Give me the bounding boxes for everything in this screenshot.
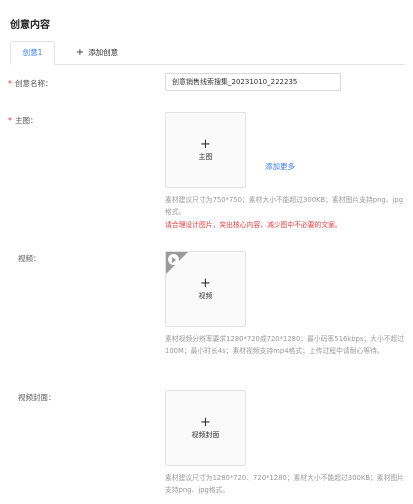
creative-name-label: * 创意名称： <box>8 78 53 89</box>
video-upload-text: 视频 <box>198 291 213 300</box>
creative-content-page: 创意内容 创意1 + 添加创意 * 创意名称： * 主图： + 主图 添加更多 … <box>0 0 413 504</box>
main-image-label-text: 主图： <box>15 116 38 125</box>
add-creative-tab[interactable]: + 添加创意 <box>62 41 132 65</box>
main-image-label: * 主图： <box>8 115 38 126</box>
video-hint: 素材视频分辨率要求1280*720或720*1280；最小码率516kbps；大… <box>165 335 405 355</box>
play-icon <box>168 254 179 265</box>
required-mark: * <box>8 116 12 125</box>
main-image-warning: 请合理设计图片，突出核心内容，减少图中不必要的文案。 <box>165 221 342 229</box>
main-image-upload-text: 主图 <box>198 152 213 161</box>
required-mark: * <box>8 79 12 88</box>
video-cover-upload[interactable]: + 视频封面 <box>165 390 246 466</box>
add-creative-label: 添加创意 <box>88 48 119 57</box>
video-cover-upload-text: 视频封面 <box>191 430 220 439</box>
section-title: 创意内容 <box>10 20 50 31</box>
creative-name-label-text: 创意名称： <box>15 79 53 88</box>
video-cover-label: 视频封面： <box>18 393 56 402</box>
plus-icon: + <box>200 275 211 291</box>
creative-name-input[interactable] <box>165 73 341 91</box>
main-image-upload[interactable]: + 主图 <box>165 112 246 188</box>
video-upload[interactable]: + 视频 <box>165 251 246 327</box>
plus-icon: + <box>75 47 85 58</box>
video-label: 视频： <box>18 254 41 263</box>
creative-tabs: 创意1 + 添加创意 <box>10 41 405 65</box>
main-image-hint: 素材建议尺寸为750*750；素材大小不能超过300KB；素材图片支持png、j… <box>165 196 404 216</box>
tab-creative-1[interactable]: 创意1 <box>10 41 55 65</box>
video-cover-hint: 素材建议尺寸为1280*720、720*1280；素材大小不能超过300KB；素… <box>165 474 404 494</box>
plus-icon: + <box>200 414 211 430</box>
plus-icon: + <box>200 136 211 152</box>
add-more-link[interactable]: 添加更多 <box>265 161 295 172</box>
